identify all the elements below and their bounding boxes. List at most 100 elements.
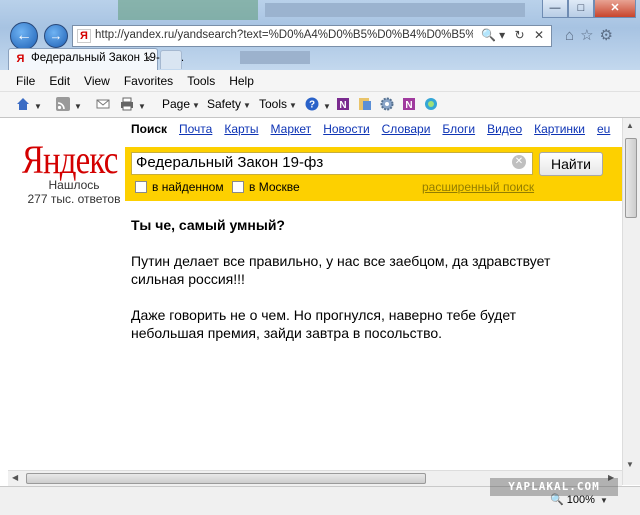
home-icon[interactable]: ⌂ [565,27,580,44]
back-button[interactable]: ← [10,22,38,50]
nav-more[interactable]: eu [597,122,610,136]
results-found-count: 277 тыс. ответов [27,192,121,206]
content-paragraph: Путин делает все правильно, у нас все за… [131,253,551,287]
nav-maps[interactable]: Карты [224,122,258,136]
tab-favicon-icon: Я [16,53,25,65]
command-bar: ▼ ▼ ▼ Page ▼ Safety ▼ Tools ▼ ? ▼ N N [0,92,640,118]
svg-text:N: N [339,100,346,111]
navigation-row: ← → Я http://yandex.ru/yandsearch?text=%… [0,20,640,50]
address-bar[interactable]: Я http://yandex.ru/yandsearch?text=%D0%A… [72,25,552,47]
favorites-star-icon[interactable]: ☆ [580,27,599,44]
help-button[interactable]: ? ▼ [305,97,331,112]
onenote-button[interactable]: N [336,97,352,112]
home-icon [17,98,29,110]
maximize-button[interactable]: □ [568,0,594,18]
messenger-button[interactable] [424,97,440,112]
search-dropdown-icon[interactable]: 🔍▾ [481,28,508,42]
clear-search-icon[interactable]: ✕ [512,155,526,169]
menu-view[interactable]: View [84,74,110,91]
rss-feed-icon [56,97,70,111]
page-menu-button[interactable]: Page ▼ [162,97,200,111]
nav-images[interactable]: Картинки [534,122,585,136]
print-button[interactable]: ▼ [120,97,146,112]
option-in-moscow-label: в Москве [249,180,300,194]
messenger-icon [425,98,437,110]
read-mail-button[interactable] [96,97,112,112]
onenote-icon: N [337,98,349,111]
content-heading: Ты че, самый умный? [131,217,285,233]
home-button[interactable]: ▼ [16,97,42,112]
vertical-scrollbar[interactable]: ▲ ▼ [622,118,640,485]
print-icon [121,97,133,111]
tab-yandex[interactable]: Я Федеральный Закон 19-фз... ✕ [8,48,184,70]
option-in-found-label: в найденном [152,180,224,194]
checkbox-in-moscow[interactable] [232,181,244,193]
refresh-icon[interactable]: ↻ [515,28,528,42]
checkbox-in-found[interactable] [135,181,147,193]
research-button[interactable] [358,97,374,112]
menu-tools[interactable]: Tools [187,74,215,91]
search-panel: Федеральный Закон 19-фз ✕ Найти в найден… [125,147,622,201]
nav-news[interactable]: Новости [323,122,369,136]
close-window-button[interactable]: ✕ [594,0,636,18]
nav-blogs[interactable]: Блоги [442,122,475,136]
svg-text:N: N [405,100,412,111]
safety-menu-button[interactable]: Safety ▼ [207,97,251,111]
scroll-left-icon[interactable]: ◀ [12,473,18,482]
feeds-button[interactable]: ▼ [56,97,82,112]
tools-menu-label: Tools [259,97,288,111]
search-input[interactable]: Федеральный Закон 19-фз [131,152,533,175]
browser-titlebar: — □ ✕ ← → Я http://yandex.ru/yandsearch?… [0,0,640,70]
blurred-tab-region [240,51,310,64]
settings-button[interactable] [380,97,396,112]
yandex-logo[interactable]: Яндекс [22,140,118,180]
onenote-send-button[interactable]: N [402,97,418,112]
svg-text:?: ? [309,100,315,111]
content-paragraph: Даже говорить не о чем. Но прогнулся, на… [131,307,517,341]
find-button[interactable]: Найти [539,152,603,176]
horizontal-scroll-thumb[interactable] [26,473,426,484]
results-found-label: Нашлось [48,178,100,192]
menu-file[interactable]: File [16,74,35,91]
chevron-down-icon: ▼ [599,496,608,505]
page-content: Ты че, самый умный? Путин делает все пра… [131,216,551,360]
menu-edit[interactable]: Edit [49,74,70,91]
nav-search: Поиск [131,122,168,136]
vertical-scroll-thumb[interactable] [625,138,637,218]
nav-market[interactable]: Маркет [271,122,312,136]
menu-help[interactable]: Help [229,74,254,91]
menu-bar: File Edit View Favorites Tools Help [0,70,640,92]
scroll-up-icon[interactable]: ▲ [626,121,634,130]
forward-button[interactable]: → [44,24,68,48]
tools-menu-button[interactable]: Tools ▼ [259,97,297,111]
web-page: Яндекс Нашлось 277 тыс. ответов Поиск По… [8,118,622,498]
onenote-icon: N [403,98,415,111]
nav-dictionaries[interactable]: Словари [382,122,431,136]
stop-icon[interactable]: ✕ [534,28,547,42]
window-controls: — □ ✕ [542,0,636,18]
scroll-down-icon[interactable]: ▼ [626,460,634,469]
email-icon [96,99,110,109]
minimize-button[interactable]: — [542,0,568,18]
tab-close-icon[interactable]: ✕ [144,52,153,65]
address-url[interactable]: http://yandex.ru/yandsearch?text=%D0%A4%… [95,29,473,41]
advanced-search-link[interactable]: расширенный поиск [422,180,534,194]
new-tab-button[interactable] [160,50,182,69]
tab-strip: Я Федеральный Закон 19-фз... ✕ [0,48,640,70]
browser-right-icons: ⌂☆⚙ [565,26,619,44]
help-icon: ? [305,97,319,111]
option-in-found[interactable]: в найденном [135,180,224,194]
nav-mail[interactable]: Почта [179,122,212,136]
option-in-moscow[interactable]: в Москве [232,180,300,194]
tools-gear-icon[interactable]: ⚙ [600,27,619,44]
page-menu-label: Page [162,97,191,111]
watermark: YAPLAKAL.COM [490,478,618,496]
site-favicon-icon: Я [77,29,91,43]
nav-video[interactable]: Видео [487,122,522,136]
menu-favorites[interactable]: Favorites [124,74,173,91]
address-bar-actions: 🔍▾ ↻ ✕ [481,28,547,42]
settings-icon [380,97,394,111]
blurred-title-region [265,3,525,17]
service-nav: Поиск Почта Карты Маркет Новости Словари… [131,122,610,136]
results-count: Нашлось 277 тыс. ответов [14,178,134,206]
